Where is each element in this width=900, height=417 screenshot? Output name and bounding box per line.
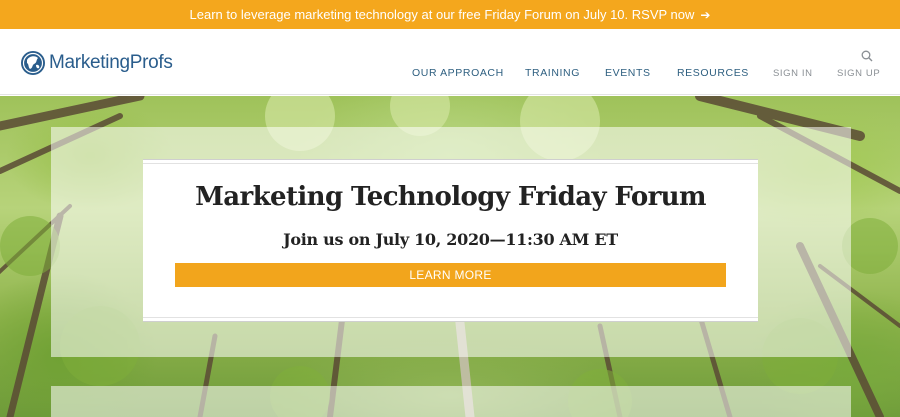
sign-in-link[interactable]: SIGN IN — [773, 68, 813, 79]
learn-more-button[interactable]: LEARN MORE — [175, 263, 726, 287]
nav-resources[interactable]: RESOURCES — [677, 67, 749, 79]
card-divider-bottom — [143, 317, 758, 318]
promo-text: Learn to leverage marketing technology a… — [189, 7, 695, 22]
nav-our-approach[interactable]: OUR APPROACH — [412, 67, 504, 79]
nav-training[interactable]: TRAINING — [525, 67, 580, 79]
search-icon[interactable] — [861, 49, 873, 62]
hero-banner: Marketing Technology Friday Forum Join u… — [0, 96, 900, 417]
event-card: Marketing Technology Friday Forum Join u… — [143, 159, 758, 322]
nav-events[interactable]: EVENTS — [605, 67, 651, 79]
secondary-overlay-panel — [51, 386, 851, 417]
sign-up-link[interactable]: SIGN UP — [837, 68, 880, 79]
event-title: Marketing Technology Friday Forum — [195, 182, 706, 212]
card-divider-top — [143, 163, 758, 164]
arrow-right-icon: ➔ — [700, 7, 711, 22]
main-nav: OUR APPROACH TRAINING EVENTS RESOURCES S… — [0, 67, 900, 81]
site-header: MarketingProfs OUR APPROACH TRAINING EVE… — [0, 29, 900, 95]
promo-banner[interactable]: Learn to leverage marketing technology a… — [0, 0, 900, 29]
event-date: Join us on July 10, 2020—11:30 AM ET — [283, 230, 618, 249]
